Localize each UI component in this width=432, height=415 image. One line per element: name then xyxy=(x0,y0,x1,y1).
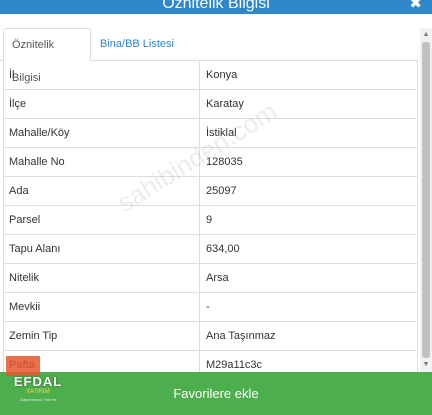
vertical-scrollbar[interactable]: ▲ ▼ xyxy=(420,28,432,372)
scroll-down-icon[interactable]: ▼ xyxy=(420,360,432,370)
attribute-value: 9 xyxy=(201,206,418,235)
attribute-value: - xyxy=(201,293,418,322)
attribute-value: Karatay xyxy=(201,90,418,119)
attribute-value: Ana Taşınmaz xyxy=(201,322,418,351)
attribute-value: 25097 xyxy=(201,177,418,206)
attribute-key: İl xyxy=(4,61,200,90)
table-row: İl Konya xyxy=(4,61,418,90)
table-row: Mahalle/Köy İstiklal xyxy=(4,119,418,148)
logo-subtitle: YATIRIM xyxy=(26,389,50,395)
attribute-key: Parsel xyxy=(4,206,200,235)
tab-building-list[interactable]: Bina/BB Listesi xyxy=(92,28,182,61)
attribute-key: Mevkii xyxy=(4,293,200,322)
attribute-value: 634,00 xyxy=(201,235,418,264)
table-row: Mevkii - xyxy=(4,293,418,322)
close-icon[interactable]: ✖ xyxy=(409,0,422,12)
table-row: İlçe Karatay xyxy=(4,90,418,119)
attribute-value: 128035 xyxy=(201,148,418,177)
attribute-key: Ada xyxy=(4,177,200,206)
logo-name: EFDAL xyxy=(13,374,63,389)
attribute-table: İl Konya İlçe Karatay Mahalle/Köy İstikl… xyxy=(3,61,418,380)
attribute-key: Zemin Tip xyxy=(4,322,200,351)
dialog-header: Öznitelik Bilgisi ✖ xyxy=(0,0,432,14)
table-row: Nitelik Arsa xyxy=(4,264,418,293)
attribute-key: Mahalle No xyxy=(4,148,200,177)
attribute-value: İstiklal xyxy=(201,119,418,148)
dialog-title: Öznitelik Bilgisi xyxy=(162,0,270,12)
scroll-up-icon[interactable]: ▲ xyxy=(420,30,432,40)
attribute-key: Mahalle/Köy xyxy=(4,119,200,148)
table-row: Ada 25097 xyxy=(4,177,418,206)
attribute-key: İlçe xyxy=(4,90,200,119)
attribute-value: Arsa xyxy=(201,264,418,293)
logo-mark xyxy=(6,356,40,376)
table-row: Zemin Tip Ana Taşınmaz xyxy=(4,322,418,351)
table-row: Parsel 9 xyxy=(4,206,418,235)
attribute-key: Nitelik xyxy=(4,264,200,293)
tab-bar: Öznitelik Bilgisi Bina/BB Listesi xyxy=(0,28,418,84)
table-row: Tapu Alanı 634,00 xyxy=(4,235,418,264)
attribute-key: Tapu Alanı xyxy=(4,235,200,264)
company-logo: EFDAL YATIRIM Gayrimenkul Yatırım xyxy=(6,356,70,408)
scrollbar-thumb[interactable] xyxy=(422,42,430,358)
logo-tagline: Gayrimenkul Yatırım xyxy=(19,397,57,402)
table-row: Mahalle No 128035 xyxy=(4,148,418,177)
tab-attribute-info[interactable]: Öznitelik Bilgisi xyxy=(3,28,91,84)
attribute-value: Konya xyxy=(201,61,418,90)
